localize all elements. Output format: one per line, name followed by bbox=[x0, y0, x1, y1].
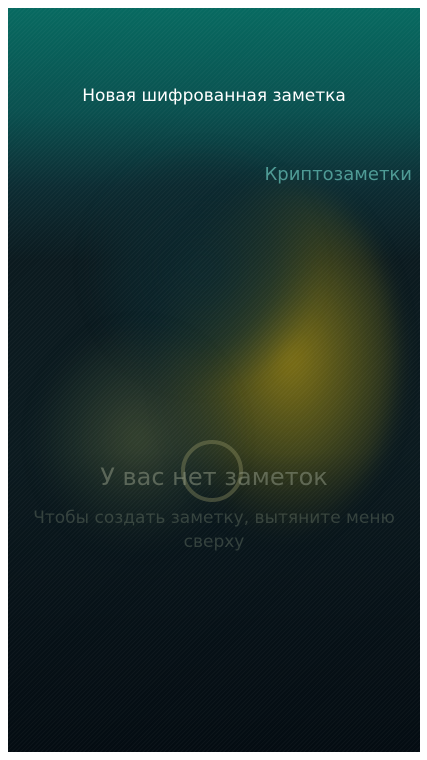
app-title: Криптозаметки bbox=[264, 164, 412, 185]
app-screen: Новая шифрованная заметка Криптозаметки … bbox=[8, 8, 420, 752]
empty-state-title: У вас нет заметок bbox=[100, 463, 328, 491]
empty-state-hint: Чтобы создать заметку, вытяните меню све… bbox=[33, 508, 395, 552]
new-encrypted-note-menu-item[interactable]: Новая шифрованная заметка bbox=[8, 86, 420, 106]
texture-overlay bbox=[8, 8, 420, 752]
